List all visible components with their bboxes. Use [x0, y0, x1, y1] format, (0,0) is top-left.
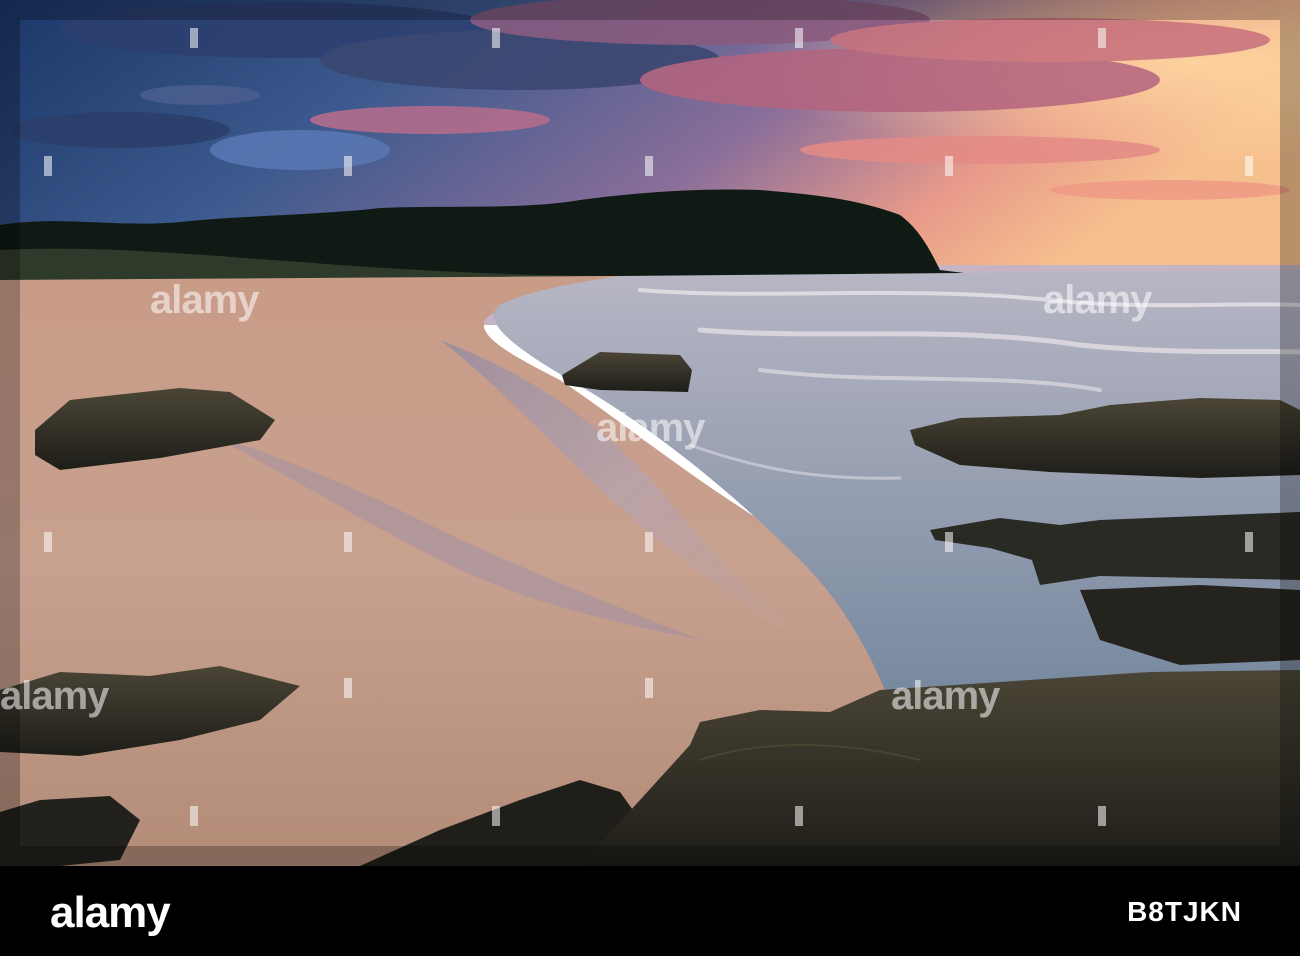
watermark-mark: [795, 28, 803, 48]
watermark-text: alamy: [1043, 278, 1152, 322]
watermark-text: alamy: [0, 674, 109, 718]
watermark-mark: [44, 156, 52, 176]
watermark-text: alamy: [150, 278, 259, 322]
watermark-mark: [1245, 156, 1253, 176]
watermark-text: alamy: [891, 674, 1000, 718]
watermark-mark: [492, 28, 500, 48]
watermark-mark: [44, 532, 52, 552]
watermark-mark: [190, 806, 198, 826]
beach-sunset-photo: alamy alamy alamy alamy alamy: [0, 0, 1300, 866]
watermark-mark: [344, 532, 352, 552]
watermark-mark: [645, 678, 653, 698]
watermark-mark: [1245, 532, 1253, 552]
watermark-mark: [344, 156, 352, 176]
watermark-mark: [645, 532, 653, 552]
footer-bar: alamy B8TJKN: [0, 866, 1300, 956]
watermark-mark: [795, 806, 803, 826]
watermark-text: alamy: [596, 406, 705, 450]
watermark-mark: [945, 532, 953, 552]
watermark-mark: [344, 678, 352, 698]
watermark-mark: [645, 156, 653, 176]
watermark-mark: [492, 806, 500, 826]
watermark-mark: [190, 28, 198, 48]
watermark-mark: [1098, 28, 1106, 48]
alamy-logo: alamy: [50, 888, 171, 937]
watermark-mark: [1098, 806, 1106, 826]
watermark-mark: [945, 156, 953, 176]
image-id: B8TJKN: [1127, 896, 1242, 927]
